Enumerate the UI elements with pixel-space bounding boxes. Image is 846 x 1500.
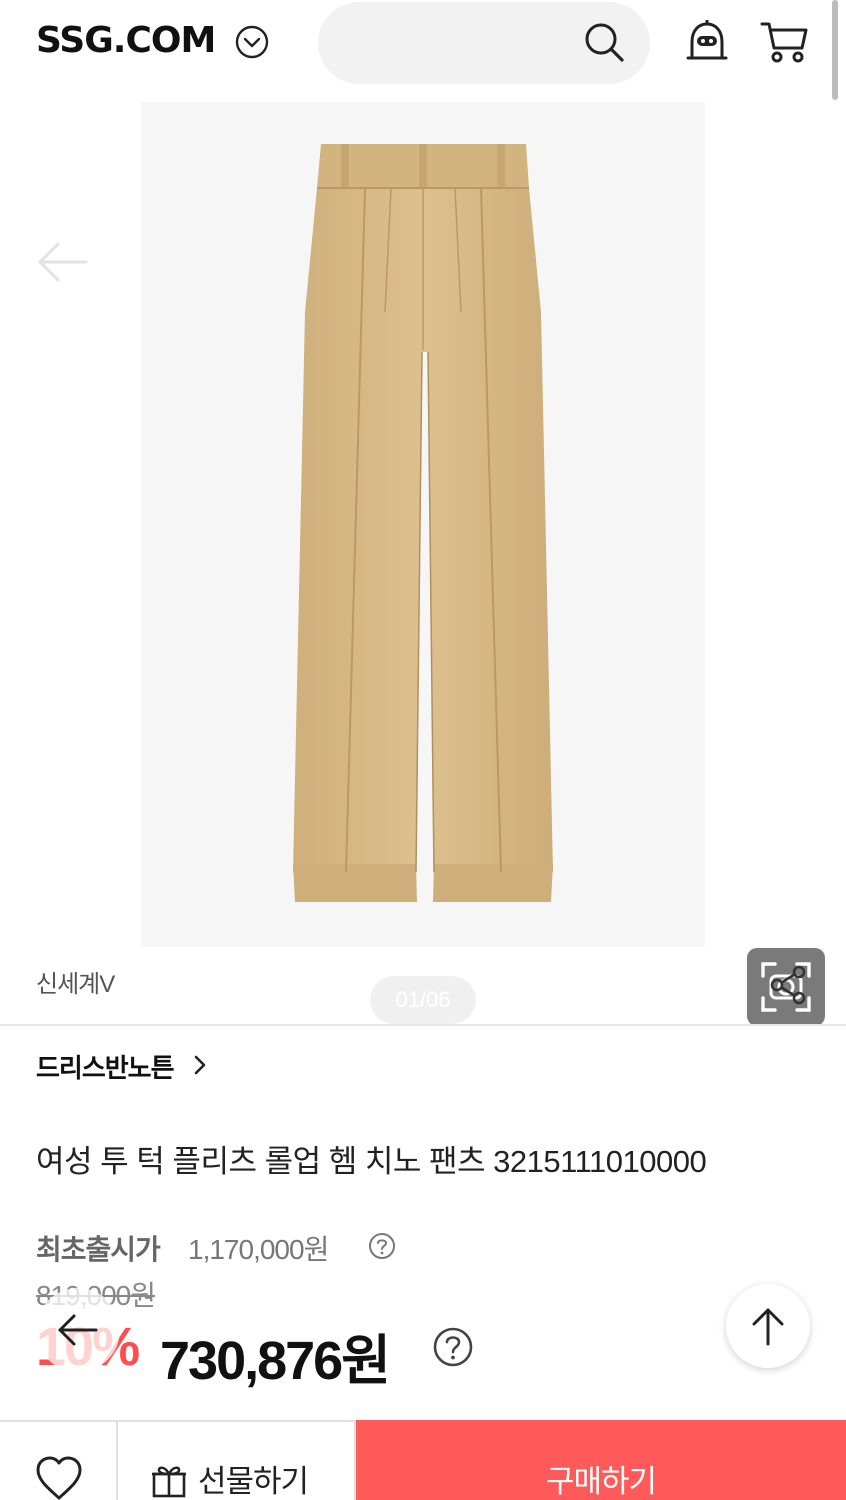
search-icon[interactable] [580, 18, 628, 66]
ssg-logo[interactable]: SSG.COM [36, 20, 216, 61]
product-image[interactable] [141, 102, 705, 947]
chevron-down-circle-icon[interactable] [234, 24, 270, 60]
gift-button[interactable]: 선물하기 [118, 1422, 356, 1500]
arrow-left-icon[interactable] [34, 238, 90, 286]
scrollbar[interactable] [832, 0, 838, 100]
product-title: 여성 투 턱 플리츠 롤업 헴 치노 팬츠 3215111010000 [36, 1144, 707, 1179]
gift-icon [152, 1466, 186, 1498]
cart-icon[interactable] [760, 18, 810, 66]
price-help-icon[interactable] [432, 1326, 474, 1368]
chevron-right-icon[interactable] [190, 1053, 210, 1077]
sale-price: 730,876원 [160, 1331, 391, 1391]
floating-back-button[interactable] [36, 1288, 120, 1372]
section-divider [0, 1024, 846, 1026]
talk-bot-icon[interactable] [684, 18, 730, 66]
top-header: SSG.COM [0, 0, 846, 100]
original-price: 1,170,000원 [188, 1234, 329, 1265]
heart-icon [36, 1456, 82, 1500]
pants-illustration [293, 144, 553, 902]
page-indicator: 01/06 [370, 976, 476, 1024]
gift-label: 선물하기 [198, 1464, 309, 1499]
original-price-label: 최초출시가 [36, 1234, 161, 1265]
bottom-action-bar: 선물하기 구매하기 [0, 1420, 846, 1500]
brand-link[interactable]: 드리스반노튼 [36, 1048, 175, 1085]
seller-name[interactable]: 신세계V [36, 964, 115, 999]
arrow-up-icon [752, 1308, 784, 1346]
product-gallery[interactable]: 01/06 [0, 100, 846, 1026]
buy-button[interactable]: 구매하기 [356, 1420, 846, 1500]
scroll-to-top-button[interactable] [726, 1284, 810, 1368]
buy-label: 구매하기 [545, 1464, 657, 1499]
share-icon[interactable] [768, 964, 810, 1006]
arrow-left-icon [58, 1314, 98, 1346]
wish-button[interactable] [0, 1422, 118, 1500]
help-icon[interactable] [368, 1232, 396, 1260]
